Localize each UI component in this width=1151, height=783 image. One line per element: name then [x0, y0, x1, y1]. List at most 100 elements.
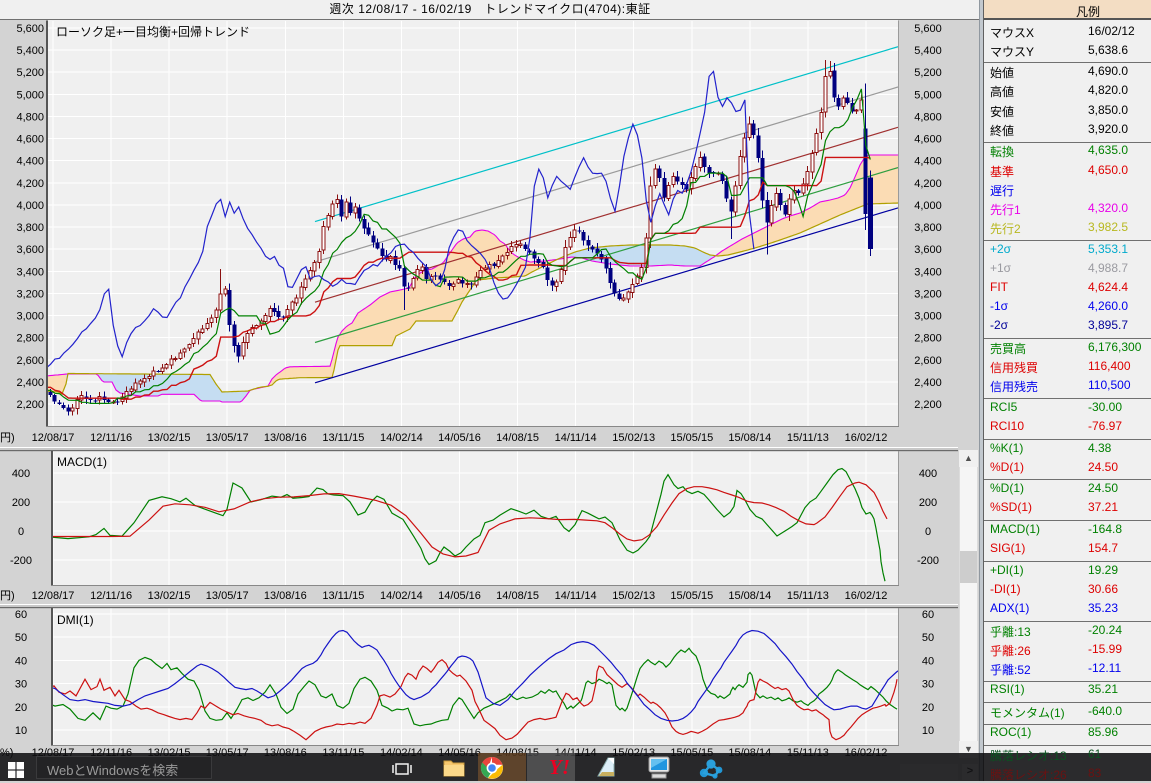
svg-text:2,800: 2,800: [914, 333, 942, 345]
svg-text:4,600: 4,600: [914, 134, 942, 146]
svg-text:14/11/14: 14/11/14: [555, 747, 597, 759]
svg-text:3,000: 3,000: [914, 311, 942, 323]
svg-text:14/08/15: 14/08/15: [496, 432, 539, 444]
svg-text:12/08/17: 12/08/17: [32, 747, 75, 759]
svg-text:15/02/13: 15/02/13: [612, 432, 655, 444]
svg-text:20: 20: [15, 702, 27, 714]
svg-text:3,000: 3,000: [16, 311, 44, 323]
svg-text:13/05/17: 13/05/17: [206, 432, 249, 444]
svg-text:3,600: 3,600: [914, 244, 942, 256]
svg-text:2,200: 2,200: [16, 399, 44, 411]
svg-text:14/08/15: 14/08/15: [496, 590, 539, 602]
svg-text:15/05/15: 15/05/15: [670, 432, 713, 444]
svg-text:13/08/16: 13/08/16: [264, 590, 307, 602]
svg-text:12/11/16: 12/11/16: [90, 747, 132, 759]
svg-text:30: 30: [15, 679, 27, 691]
svg-text:15/11/13: 15/11/13: [787, 432, 829, 444]
svg-text:4,200: 4,200: [914, 178, 942, 190]
svg-text:13/05/17: 13/05/17: [206, 747, 249, 759]
svg-text:13/08/16: 13/08/16: [264, 747, 307, 759]
svg-text:3,200: 3,200: [16, 288, 44, 300]
svg-text:14/11/14: 14/11/14: [555, 432, 597, 444]
svg-text:14/05/16: 14/05/16: [438, 747, 481, 759]
svg-text:円): 円): [0, 432, 15, 444]
svg-text:13/11/15: 13/11/15: [322, 590, 364, 602]
svg-text:12/08/17: 12/08/17: [32, 432, 75, 444]
svg-text:50: 50: [922, 632, 934, 644]
svg-text:4,000: 4,000: [16, 200, 44, 212]
svg-text:2,400: 2,400: [16, 377, 44, 389]
svg-text:15/08/14: 15/08/14: [728, 590, 771, 602]
svg-text:14/05/16: 14/05/16: [438, 432, 481, 444]
svg-text:13/08/16: 13/08/16: [264, 432, 307, 444]
svg-text:4,200: 4,200: [16, 178, 44, 190]
svg-text:2,600: 2,600: [914, 355, 942, 367]
svg-text:14/11/14: 14/11/14: [555, 590, 597, 602]
svg-text:%): %): [0, 747, 13, 759]
svg-text:16/02/12: 16/02/12: [845, 747, 888, 759]
svg-text:400: 400: [12, 468, 30, 480]
svg-text:200: 200: [12, 497, 30, 509]
svg-text:13/02/15: 13/02/15: [148, 432, 191, 444]
svg-text:30: 30: [922, 679, 934, 691]
svg-text:13/02/15: 13/02/15: [148, 590, 191, 602]
svg-text:12/11/16: 12/11/16: [90, 432, 132, 444]
svg-text:12/11/16: 12/11/16: [90, 590, 132, 602]
svg-text:10: 10: [922, 725, 934, 737]
svg-text:4,800: 4,800: [914, 112, 942, 124]
svg-text:5,600: 5,600: [16, 23, 44, 35]
svg-text:5,000: 5,000: [914, 89, 942, 101]
svg-text:14/02/14: 14/02/14: [380, 432, 423, 444]
svg-text:4,600: 4,600: [16, 134, 44, 146]
svg-text:40: 40: [15, 655, 27, 667]
svg-text:15/08/14: 15/08/14: [728, 432, 771, 444]
svg-text:-200: -200: [10, 555, 32, 567]
svg-text:60: 60: [922, 609, 934, 621]
svg-text:14/02/14: 14/02/14: [380, 590, 423, 602]
svg-text:10: 10: [15, 725, 27, 737]
svg-text:4,800: 4,800: [16, 112, 44, 124]
svg-text:3,400: 3,400: [914, 266, 942, 278]
svg-text:5,200: 5,200: [914, 67, 942, 79]
svg-text:15/11/13: 15/11/13: [787, 590, 829, 602]
svg-text:3,200: 3,200: [914, 288, 942, 300]
svg-text:13/11/15: 13/11/15: [322, 747, 364, 759]
svg-text:16/02/12: 16/02/12: [845, 590, 888, 602]
svg-text:15/05/15: 15/05/15: [670, 747, 713, 759]
svg-text:2,200: 2,200: [914, 399, 942, 411]
svg-text:ローソク足+一目均衡+回帰トレンド: ローソク足+一目均衡+回帰トレンド: [56, 25, 250, 39]
svg-text:3,400: 3,400: [16, 266, 44, 278]
svg-text:0: 0: [18, 526, 24, 538]
svg-text:4,400: 4,400: [16, 156, 44, 168]
svg-text:50: 50: [15, 632, 27, 644]
svg-text:13/02/15: 13/02/15: [148, 747, 191, 759]
svg-text:MACD(1): MACD(1): [57, 455, 107, 469]
svg-text:2,800: 2,800: [16, 333, 44, 345]
svg-text:3,600: 3,600: [16, 244, 44, 256]
svg-text:15/11/13: 15/11/13: [787, 747, 829, 759]
svg-text:0: 0: [925, 526, 931, 538]
svg-text:14/05/16: 14/05/16: [438, 590, 481, 602]
svg-text:15/02/13: 15/02/13: [612, 747, 655, 759]
svg-text:-200: -200: [917, 555, 939, 567]
svg-text:2,600: 2,600: [16, 355, 44, 367]
svg-text:5,200: 5,200: [16, 67, 44, 79]
svg-text:円): 円): [0, 590, 15, 602]
svg-text:14/08/15: 14/08/15: [496, 747, 539, 759]
svg-text:14/02/14: 14/02/14: [380, 747, 423, 759]
svg-text:12/08/17: 12/08/17: [32, 590, 75, 602]
svg-text:20: 20: [922, 702, 934, 714]
svg-text:15/05/15: 15/05/15: [670, 590, 713, 602]
svg-text:60: 60: [15, 609, 27, 621]
svg-text:13/05/17: 13/05/17: [206, 590, 249, 602]
svg-text:3,800: 3,800: [16, 222, 44, 234]
svg-text:13/11/15: 13/11/15: [322, 432, 364, 444]
svg-text:2,400: 2,400: [914, 377, 942, 389]
svg-text:DMI(1): DMI(1): [57, 613, 94, 627]
svg-text:15/02/13: 15/02/13: [612, 590, 655, 602]
svg-text:5,400: 5,400: [914, 45, 942, 57]
svg-text:5,400: 5,400: [16, 45, 44, 57]
svg-text:40: 40: [922, 655, 934, 667]
svg-text:400: 400: [919, 468, 937, 480]
svg-text:16/02/12: 16/02/12: [845, 432, 888, 444]
